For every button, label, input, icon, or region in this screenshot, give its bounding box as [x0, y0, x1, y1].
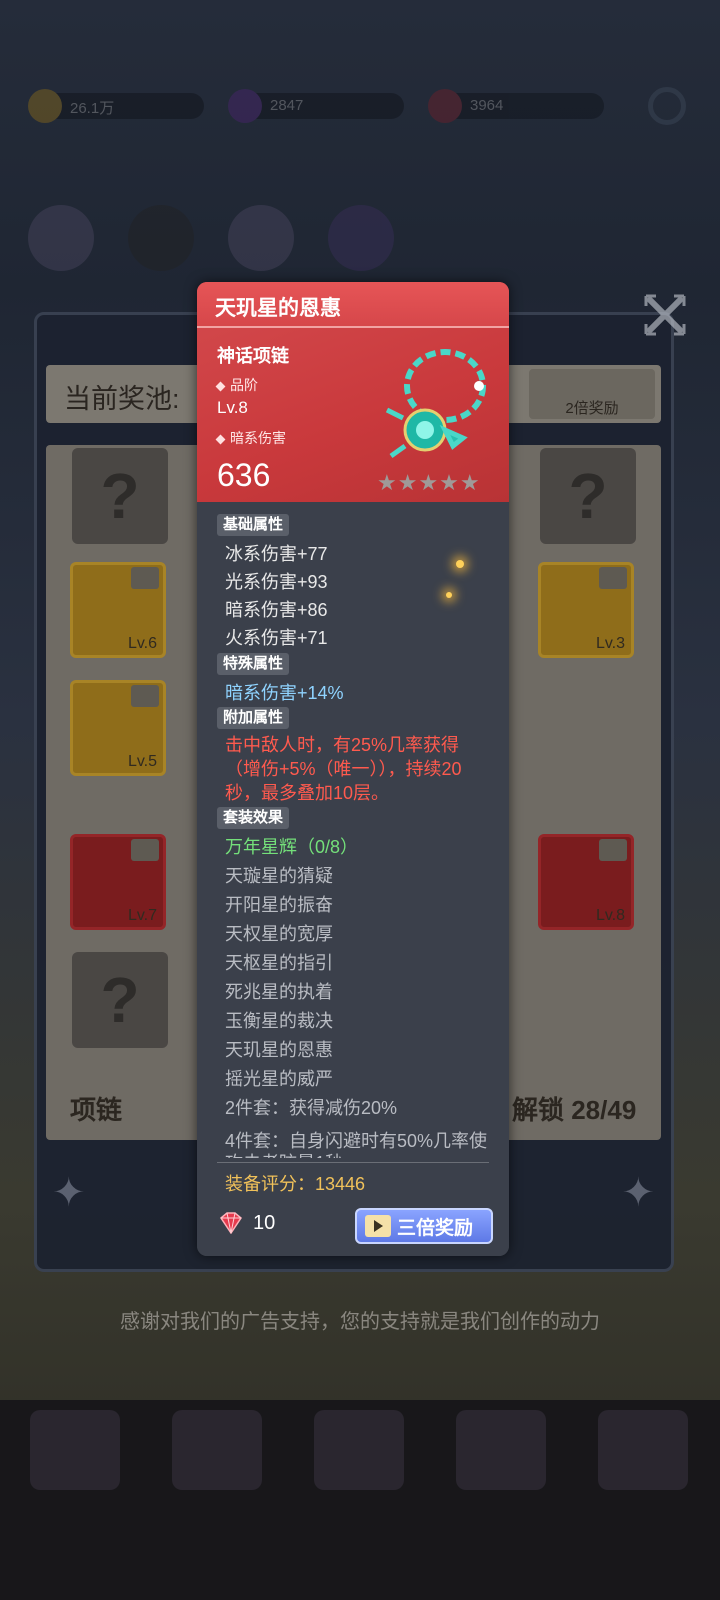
sparkle-effect	[446, 592, 452, 598]
shortcut-book-icon[interactable]	[28, 205, 94, 271]
set-member: 天枢星的指引	[225, 953, 333, 973]
triple-reward-button[interactable]: 三倍奖励	[355, 1208, 493, 1244]
resource-gold: 26.1万	[28, 89, 204, 123]
base-stat: 暗系伤害+86	[225, 600, 328, 620]
video-icon	[131, 685, 159, 707]
grid-slot-item[interactable]: Lv.3	[538, 562, 634, 658]
ad-thanks-text: 感谢对我们的广告支持，您的支持就是我们创作的动力	[120, 1311, 600, 1333]
red-gem-icon	[428, 89, 462, 123]
set-member: 死兆星的执着	[225, 982, 333, 1002]
tooltip-header: 天玑星的恩惠 神话项链 品阶 Lv.8 暗系伤害 636 ★★★★★	[197, 282, 509, 502]
section-extra: 附加属性	[217, 707, 290, 729]
prev-arrow-icon[interactable]: ✦	[52, 1170, 86, 1216]
bottom-nav	[0, 1400, 720, 1600]
nav-item[interactable]	[456, 1410, 546, 1490]
set-member: 玉衡星的裁决	[225, 1011, 333, 1031]
base-stat: 光系伤害+93	[225, 572, 328, 592]
video-icon	[131, 567, 159, 589]
tooltip-divider	[217, 1162, 489, 1163]
section-special: 特殊属性	[217, 653, 290, 675]
base-stat: 冰系伤害+77	[225, 544, 328, 564]
video-icon	[599, 567, 627, 589]
settings-gear-icon[interactable]	[648, 87, 686, 125]
resource-bar: 26.1万 2847 3964	[28, 86, 686, 126]
gold-coin-icon	[28, 89, 62, 123]
grid-slot-item[interactable]: Lv.8	[538, 834, 634, 930]
equip-score: 装备评分：13446	[225, 1174, 366, 1194]
special-stat: 暗系伤害+14%	[225, 683, 344, 703]
gem-count: 10	[253, 1212, 276, 1234]
shortcut-hero-icon[interactable]	[228, 205, 294, 271]
top-shortcut-icons	[28, 205, 394, 271]
grid-unlock-label: 解锁 28/49	[512, 1095, 637, 1125]
star-rating: ★★★★★	[377, 470, 481, 495]
grid-slot-empty[interactable]: ?	[72, 952, 168, 1048]
base-stat: 火系伤害+71	[225, 628, 328, 648]
double-reward-label: 2倍奖励	[565, 400, 619, 417]
set-member: 天玑星的恩惠	[225, 1040, 333, 1060]
grade-label: 品阶	[215, 375, 258, 395]
grid-category-label: 项链	[70, 1095, 123, 1125]
video-play-icon	[365, 1215, 391, 1237]
resource-crystal-value: 2847	[270, 97, 304, 114]
item-title: 天玑星的恩惠	[215, 297, 341, 320]
pool-label: 当前奖池:	[64, 384, 180, 414]
resource-gem-value: 3964	[470, 97, 504, 114]
set-member: 天权星的宽厚	[225, 924, 333, 944]
set-bonus-4-clip[interactable]: 4件套：自身闪避时有50%几率使攻击者眩晕1秒	[225, 1130, 495, 1158]
shortcut-penguin-icon[interactable]	[128, 205, 194, 271]
stat-value: 636	[217, 457, 271, 493]
set-member: 开阳星的振奋	[225, 895, 333, 915]
grid-slot-empty[interactable]: ?	[540, 448, 636, 544]
set-name: 万年星辉（0/8）	[225, 837, 359, 857]
set-member: 摇光星的威严	[225, 1069, 333, 1089]
next-arrow-icon[interactable]: ✦	[621, 1170, 655, 1216]
triple-reward-label: 三倍奖励	[397, 1217, 474, 1239]
double-reward-button[interactable]: 2倍奖励	[529, 369, 655, 419]
nav-item[interactable]	[314, 1410, 404, 1490]
resource-crystal: 2847	[228, 89, 404, 123]
resource-gem: 3964	[428, 89, 604, 123]
grid-slot-empty[interactable]: ?	[72, 448, 168, 544]
red-gem-icon	[220, 1212, 242, 1234]
set-bonus-2: 2件套：获得减伤20%	[225, 1098, 398, 1118]
diamond-bullet-icon	[215, 434, 226, 445]
section-base: 基础属性	[217, 514, 290, 536]
shortcut-badge-icon[interactable]	[328, 205, 394, 271]
nav-item[interactable]	[172, 1410, 262, 1490]
tooltip-title-bar: 天玑星的恩惠	[197, 282, 509, 328]
necklace-icon	[385, 349, 486, 459]
diamond-bullet-icon	[215, 381, 226, 392]
nav-item[interactable]	[598, 1410, 688, 1490]
video-icon	[599, 839, 627, 861]
grid-slot-item[interactable]: Lv.7	[70, 834, 166, 930]
video-icon	[131, 839, 159, 861]
item-tooltip-card: 天玑星的恩惠 神话项链 品阶 Lv.8 暗系伤害 636 ★★★★★ 基础属性 …	[197, 282, 509, 1256]
extra-effect-text: 击中敌人时，有25%几率获得（增伤+5%（唯一）），持续20秒，最多叠加10层。	[225, 735, 462, 803]
grid-slot-item[interactable]: Lv.5	[70, 680, 166, 776]
resource-gold-value: 26.1万	[70, 100, 115, 117]
grade-value: Lv.8	[217, 398, 248, 417]
purple-crystal-icon	[228, 89, 262, 123]
nav-item[interactable]	[30, 1410, 120, 1490]
section-set: 套装效果	[217, 807, 290, 829]
sparkle-effect	[456, 560, 464, 568]
stat-label: 暗系伤害	[215, 428, 286, 448]
set-member: 天璇星的猜疑	[225, 866, 333, 886]
grid-slot-item[interactable]: Lv.6	[70, 562, 166, 658]
close-icon[interactable]	[640, 290, 690, 340]
item-type: 神话项链	[217, 346, 289, 366]
set-bonus-4: 4件套：自身闪避时有50%几率使攻击者眩晕1秒	[225, 1131, 488, 1158]
